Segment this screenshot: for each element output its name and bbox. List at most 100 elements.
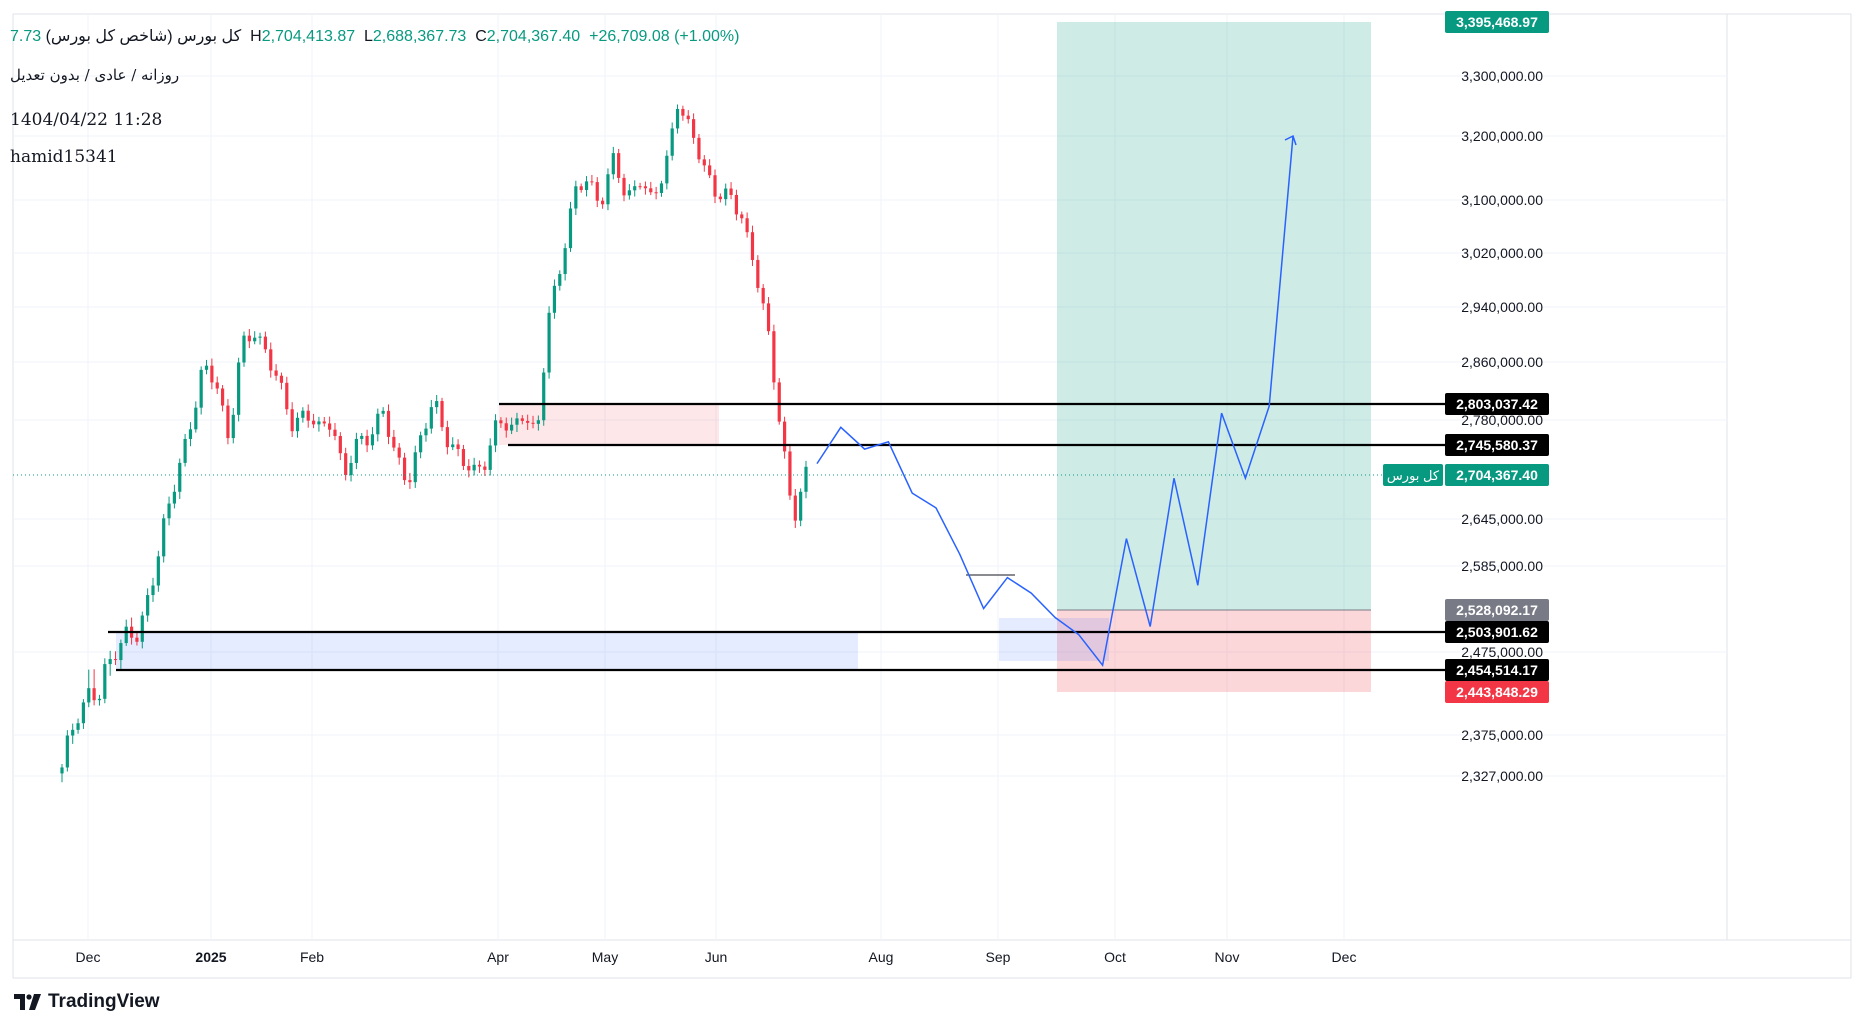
price-tag-label: 2,528,092.17 xyxy=(1456,602,1538,618)
candle-body xyxy=(370,434,375,446)
price-tag-label: 2,443,848.29 xyxy=(1456,684,1538,700)
candle-body xyxy=(402,457,407,481)
candle-body xyxy=(274,370,278,376)
candle-body xyxy=(408,480,412,483)
candle-body xyxy=(804,466,808,492)
price-tag-label: 2,803,037.42 xyxy=(1456,396,1538,412)
candle-body xyxy=(204,365,209,370)
candle-body xyxy=(354,438,358,463)
candle-body xyxy=(756,259,760,288)
candle-body xyxy=(531,422,535,424)
candle-body xyxy=(328,423,332,430)
y-tick-label: 3,020,000.00 xyxy=(1461,245,1543,261)
candle-body xyxy=(681,108,685,116)
candle-body xyxy=(633,186,637,191)
candle-body xyxy=(488,445,492,470)
candle-body xyxy=(65,735,69,768)
x-tick-label: Dec xyxy=(1332,949,1357,965)
supply-zone xyxy=(499,404,719,445)
chart-legend[interactable]: کل بورس (شاخص کل بورس) 7.73 H2,704,413.8… xyxy=(10,26,739,46)
y-tick-label: 2,645,000.00 xyxy=(1461,511,1543,527)
candle-body xyxy=(188,429,193,439)
chart-subtitle: روزانه / عادی / بدون تعدیل xyxy=(10,66,180,84)
candle-body xyxy=(71,729,75,736)
price-tag-label: 2,503,901.62 xyxy=(1456,624,1538,640)
candle-body xyxy=(135,637,139,642)
candle-body xyxy=(76,723,80,730)
candle-body xyxy=(140,615,144,642)
x-tick-label: May xyxy=(592,949,618,965)
price-tag-label: 3,395,468.97 xyxy=(1456,14,1538,30)
candle-body xyxy=(670,128,674,156)
candle-body xyxy=(456,444,460,450)
demand-zone xyxy=(116,632,858,670)
candle-body xyxy=(782,421,787,452)
demand-zone-small xyxy=(999,618,1109,661)
candle-body xyxy=(483,466,487,470)
candle-body xyxy=(113,659,118,661)
candle-body xyxy=(167,503,171,519)
candle-body xyxy=(146,595,150,616)
candle-body xyxy=(643,186,648,189)
candle-body xyxy=(322,421,326,424)
candle-body xyxy=(424,428,428,436)
candle-body xyxy=(799,491,803,521)
candle-body xyxy=(87,688,91,703)
candle-body xyxy=(691,119,696,138)
candle-body xyxy=(306,410,310,421)
candle-body xyxy=(477,464,482,467)
candle-body xyxy=(435,401,439,408)
candle-body xyxy=(151,585,155,596)
candle-body xyxy=(247,335,251,342)
candle-body xyxy=(295,417,300,432)
candle-body xyxy=(344,453,348,476)
candle-body xyxy=(766,303,771,332)
candle-body xyxy=(504,423,508,431)
candle-body xyxy=(237,362,241,415)
x-tick-label: Dec xyxy=(76,949,101,965)
candle-body xyxy=(659,183,664,193)
candle-body xyxy=(172,491,177,504)
ohlc-change: +26,709.08 (+1.00%) xyxy=(589,28,740,45)
candle-body xyxy=(649,188,653,193)
candle-body xyxy=(461,449,466,466)
candle-body xyxy=(552,285,557,313)
price-tag-label: 2,454,514.17 xyxy=(1456,662,1538,678)
candle-body xyxy=(386,410,391,437)
candle-body xyxy=(392,436,396,448)
candle-body xyxy=(269,349,273,371)
x-tick-label: Apr xyxy=(487,949,509,965)
candle-body xyxy=(317,421,321,425)
y-tick-label: 2,585,000.00 xyxy=(1461,558,1543,574)
tradingview-logo[interactable]: TradingView xyxy=(14,991,160,1013)
candle-body xyxy=(381,410,385,414)
candle-body xyxy=(226,405,230,439)
chart-canvas[interactable]: 3,300,000.00 3,200,000.00 3,100,000.00 3,02… xyxy=(0,0,1866,1027)
x-tick-label: Oct xyxy=(1104,949,1126,965)
y-tick-label: 3,200,000.00 xyxy=(1461,128,1543,144)
candle-body xyxy=(178,462,182,492)
candle-body xyxy=(97,698,102,701)
candle-body xyxy=(413,452,417,483)
time-axis[interactable]: Dec 2025 Feb Apr May Jun Aug Sep Oct Nov Dec xyxy=(76,949,1357,965)
candle-body xyxy=(81,702,86,724)
candle-body xyxy=(675,108,680,129)
candle-body xyxy=(579,186,583,191)
chart-root[interactable]: 3,300,000.00 3,200,000.00 3,100,000.00 3,02… xyxy=(0,0,1866,1027)
candle-body xyxy=(231,414,235,439)
candle-body xyxy=(338,436,342,454)
candle-body xyxy=(162,518,166,557)
price-tag-label: 2,745,580.37 xyxy=(1456,437,1538,453)
tradingview-logo-icon xyxy=(14,994,41,1010)
candle-body xyxy=(745,218,749,233)
candle-body xyxy=(702,159,706,166)
candle-body xyxy=(92,688,96,701)
candle-body xyxy=(686,115,690,120)
candle-body xyxy=(590,181,594,183)
x-tick-label: Sep xyxy=(986,949,1011,965)
candle-body xyxy=(210,365,214,383)
candle-body xyxy=(258,336,262,338)
candle-body xyxy=(451,444,455,448)
candle-body xyxy=(734,194,739,215)
candle-body xyxy=(60,767,64,774)
